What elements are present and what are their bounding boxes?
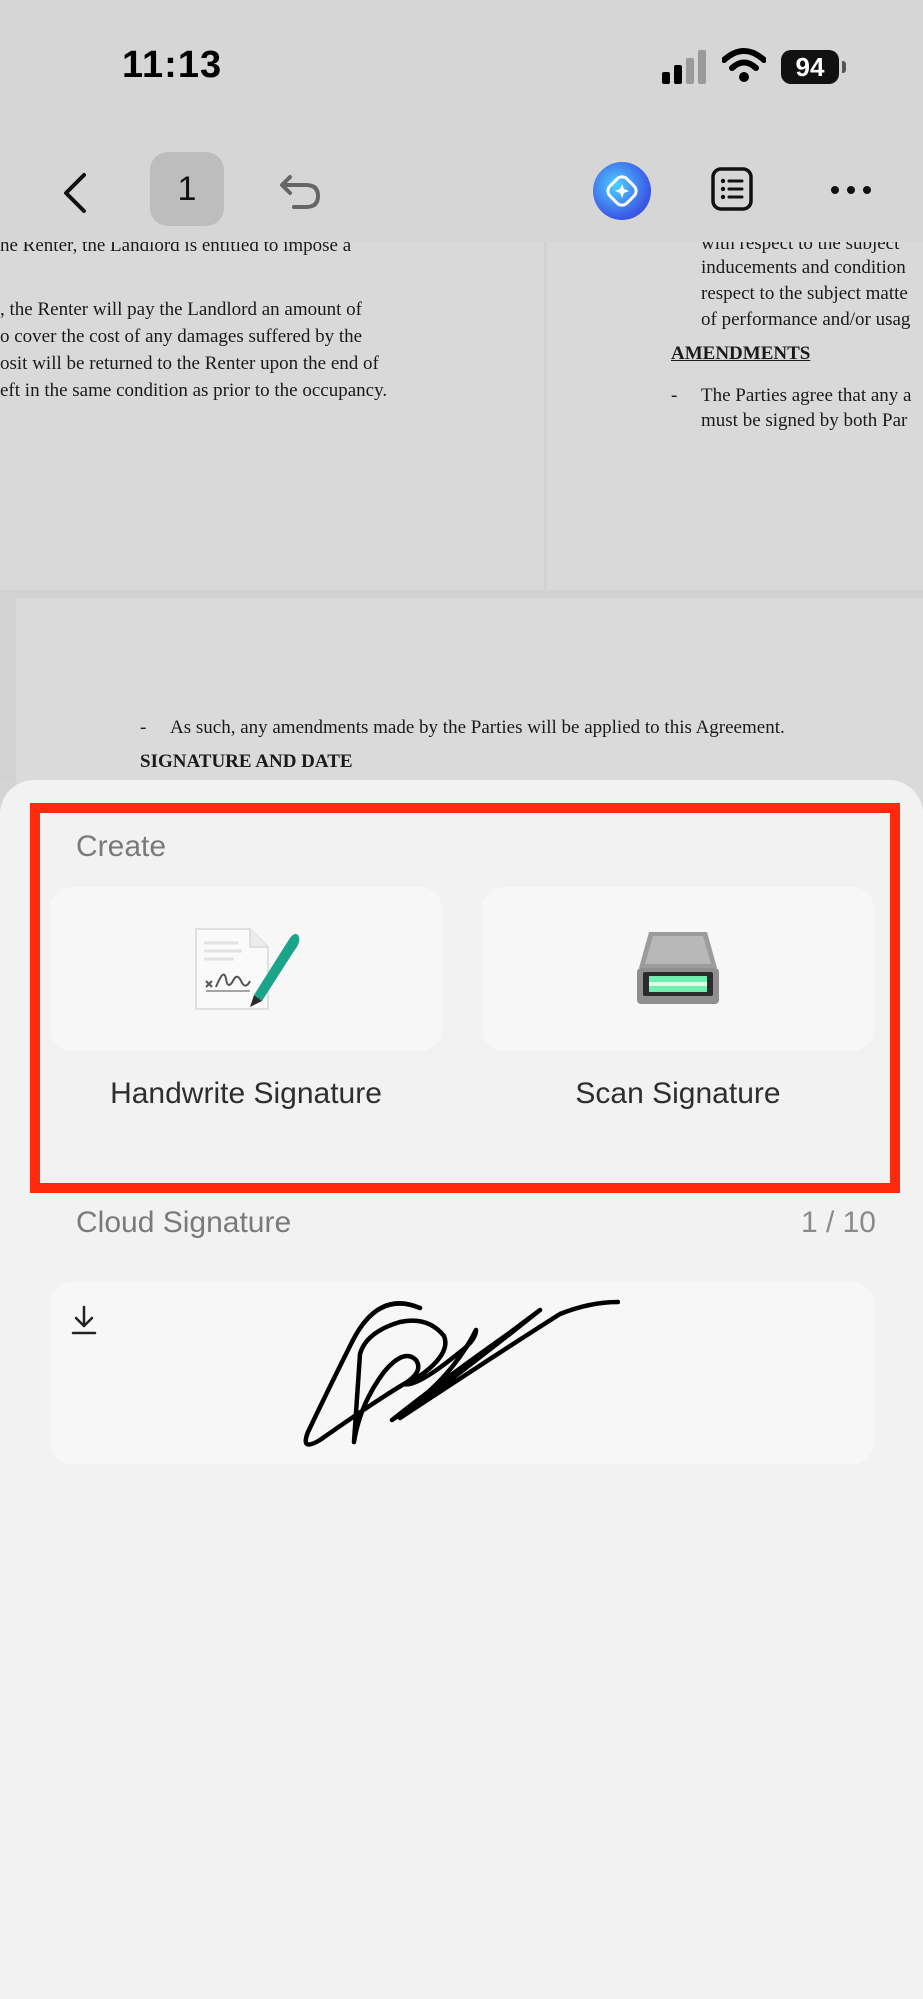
document-page-left: he Renter, the Landlord is entitled to i… (0, 242, 544, 590)
battery-tip (842, 61, 846, 73)
doc-heading-amendments: AMENDMENTS (671, 343, 811, 364)
wifi-icon (722, 48, 766, 82)
back-button[interactable] (52, 170, 98, 216)
doc-line: The Parties agree that any a (701, 385, 912, 406)
download-icon[interactable] (70, 1304, 98, 1336)
doc-line: , the Renter will pay the Landlord an am… (0, 299, 362, 320)
doc-line: he Renter, the Landlord is entitled to i… (0, 242, 352, 256)
signature-image (303, 1299, 620, 1447)
doc-bullet-dash: - (140, 717, 147, 738)
doc-line: respect to the subject matte (701, 283, 908, 304)
status-time: 11:13 (122, 44, 223, 86)
doc-line: As such, any amendments made by the Part… (170, 717, 785, 738)
sparkle-icon (606, 175, 638, 207)
ellipsis-icon (831, 186, 871, 194)
chevron-left-icon (64, 173, 86, 213)
status-bar: 11:13 94 (0, 0, 923, 130)
page-number-button[interactable]: 1 (150, 152, 224, 226)
doc-line: eft in the same condition as prior to th… (0, 380, 388, 401)
doc-line: inducements and condition (701, 257, 906, 278)
doc-bullet-dash: - (671, 385, 678, 406)
cellular-signal-icon (662, 50, 706, 84)
cloud-signature-item[interactable] (50, 1282, 874, 1464)
highlight-box (30, 803, 900, 1193)
cloud-signature-count: 1 / 10 (800, 1206, 876, 1239)
cloud-signature-title: Cloud Signature (76, 1206, 292, 1239)
outline-list-button[interactable] (708, 164, 756, 214)
document-viewer[interactable]: he Renter, the Landlord is entitled to i… (0, 242, 923, 858)
undo-icon (280, 175, 321, 209)
doc-heading-signature: SIGNATURE AND DATE (140, 751, 353, 772)
top-toolbar: 1 (0, 130, 923, 243)
ai-assistant-button[interactable] (593, 162, 651, 220)
undo-button[interactable] (275, 166, 325, 216)
doc-line: must be signed by both Par (701, 410, 908, 431)
document-page-right: with respect to the subject inducements … (547, 242, 923, 590)
doc-line: o cover the cost of any damages suffered… (0, 326, 363, 347)
more-options-button[interactable] (825, 170, 877, 210)
list-icon (711, 167, 753, 211)
battery-indicator: 94 (781, 50, 839, 84)
doc-line: osit will be returned to the Renter upon… (0, 353, 379, 374)
doc-line: of performance and/or usag (701, 309, 911, 330)
